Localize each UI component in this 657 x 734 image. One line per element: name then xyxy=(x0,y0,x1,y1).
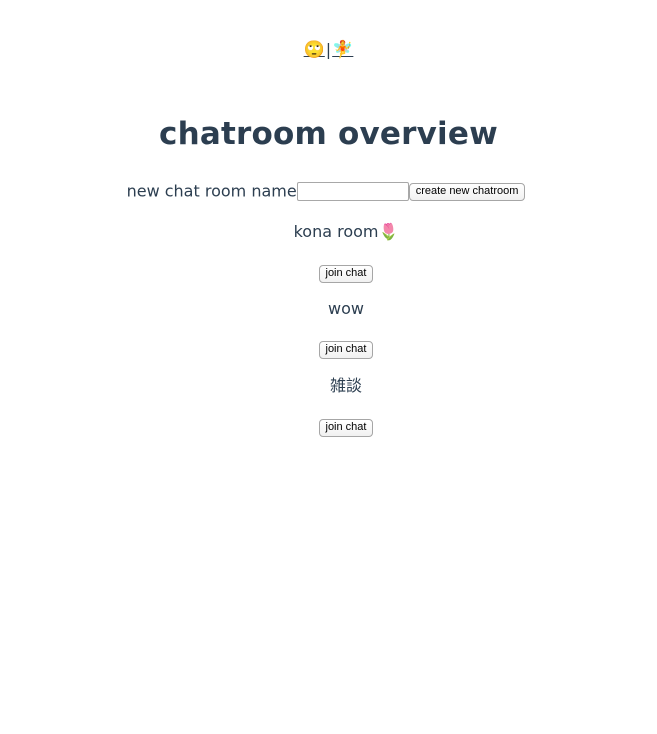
nav-link-fairy-icon[interactable]: 🧚 xyxy=(332,40,353,60)
join-chat-button-wow[interactable]: join chat xyxy=(318,340,374,359)
new-room-name-input[interactable] xyxy=(296,182,409,201)
page-title: chatroom overview xyxy=(159,116,498,152)
nav-separator: | xyxy=(325,40,332,59)
room-join-row: join chat xyxy=(0,339,657,359)
create-room-button[interactable]: create new chatroom xyxy=(408,182,526,201)
room-name-wow: wow xyxy=(328,299,364,318)
join-chat-button-zatsudan[interactable]: join chat xyxy=(318,418,374,437)
new-room-name-label: new chat room name xyxy=(126,181,297,201)
top-nav: 🙄|🧚 xyxy=(0,40,657,60)
room-join-row: join chat xyxy=(0,263,657,283)
room-name-zatsudan: 雑談 xyxy=(329,376,362,395)
nav-link-eye-roll-icon[interactable]: 🙄 xyxy=(304,40,325,60)
create-room-form: new chat room name create new chatroom xyxy=(0,180,652,203)
room-name-kona-room: kona room🌷 xyxy=(293,222,399,241)
join-chat-button-kona-room[interactable]: join chat xyxy=(318,264,374,283)
room-join-row: join chat xyxy=(0,417,657,437)
